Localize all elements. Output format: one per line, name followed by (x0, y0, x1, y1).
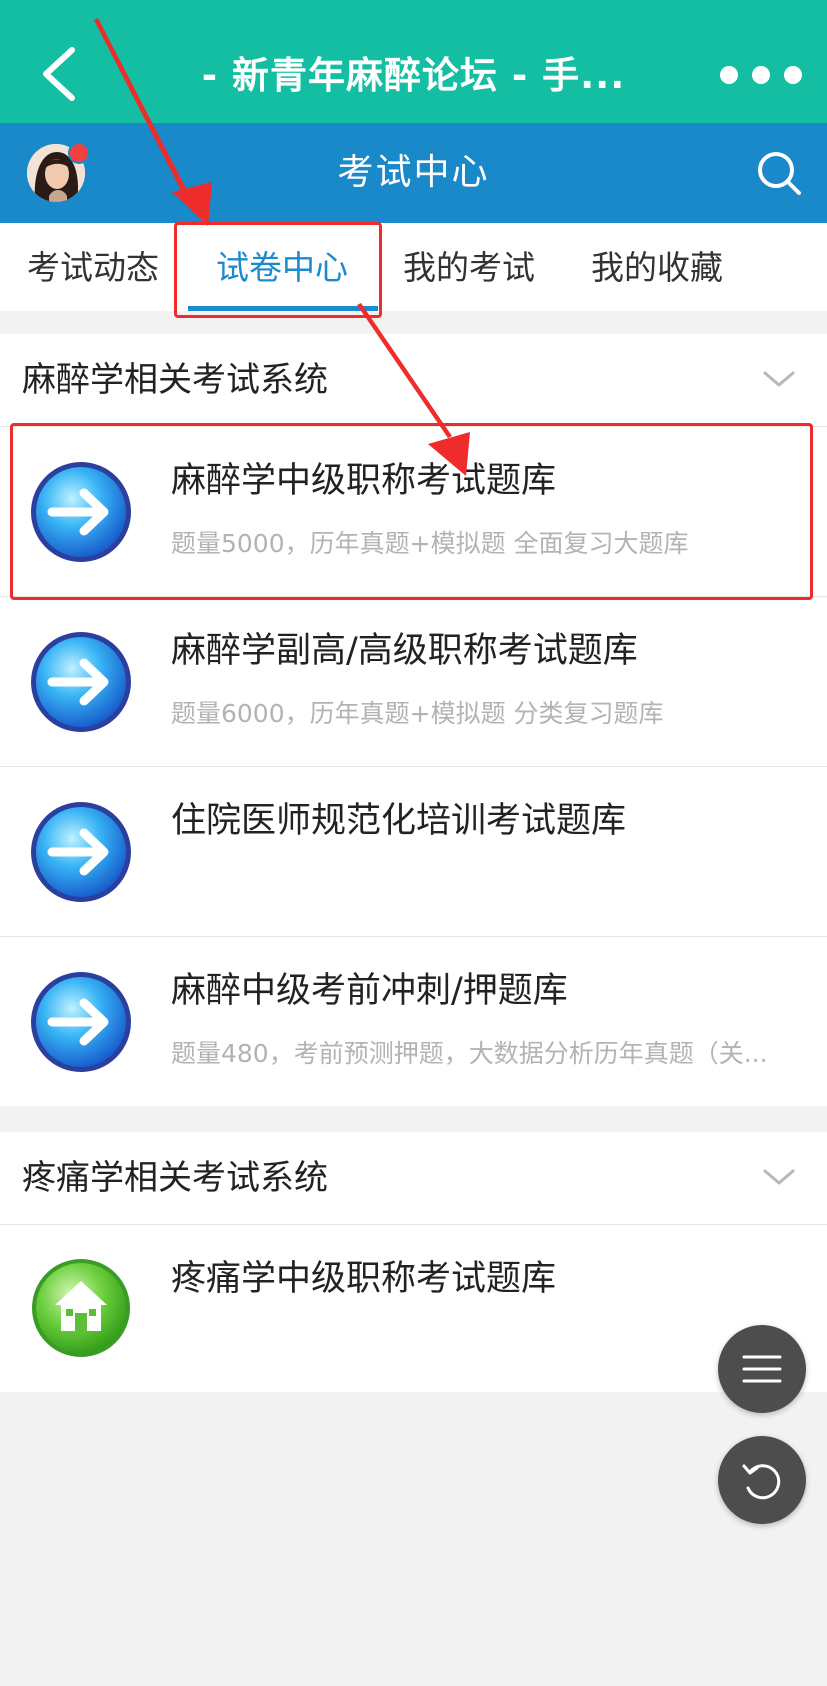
hamburger-menu-icon (742, 1355, 782, 1383)
item-highlight-box (10, 423, 813, 600)
arrow-circle-icon (31, 632, 131, 732)
back-icon[interactable] (34, 44, 84, 104)
arrow-circle-icon (31, 802, 131, 902)
tab-bar: 考试动态 试卷中心 我的考试 我的收藏 (0, 223, 827, 311)
item-title: 住院医师规范化培训考试题库 (171, 801, 627, 841)
app-title-bar: - 新青年麻醉论坛 - 手... (0, 0, 827, 123)
item-title: 麻醉中级考前冲刺/押题库 (171, 971, 568, 1011)
item-title: 麻醉学副高/高级职称考试题库 (171, 631, 638, 671)
item-description: 题量480，考前预测押题，大数据分析历年真题（关... (171, 1039, 768, 1068)
section-header-bar: 考试中心 (0, 123, 827, 223)
chevron-down-icon[interactable] (761, 367, 797, 391)
home-circle-icon (32, 1259, 130, 1357)
pain-exam-section: 疼痛学相关考试系统 疼痛学中级职称考试题库 (0, 1132, 827, 1392)
list-item[interactable]: 麻醉中级考前冲刺/押题库 题量480，考前预测押题，大数据分析历年真题（关... (0, 937, 827, 1106)
menu-fab-button[interactable] (718, 1325, 806, 1413)
list-item[interactable]: 疼痛学中级职称考试题库 (0, 1225, 827, 1392)
search-icon[interactable] (755, 149, 803, 197)
more-icon[interactable] (715, 60, 807, 90)
tab-highlight-box (174, 222, 382, 318)
list-item[interactable]: 麻醉学副高/高级职称考试题库 题量6000，历年真题+模拟题 分类复习题库 (0, 597, 827, 767)
section-header[interactable]: 麻醉学相关考试系统 (0, 334, 827, 427)
item-description: 题量6000，历年真题+模拟题 分类复习题库 (171, 699, 664, 728)
refresh-icon (742, 1464, 781, 1500)
list-item[interactable]: 住院医师规范化培训考试题库 (0, 767, 827, 937)
tab-exam-news[interactable]: 考试动态 (27, 223, 159, 311)
section-title: 麻醉学相关考试系统 (22, 360, 328, 400)
chevron-down-icon[interactable] (761, 1165, 797, 1189)
arrow-circle-icon (31, 972, 131, 1072)
section-header[interactable]: 疼痛学相关考试系统 (0, 1132, 827, 1225)
item-title: 疼痛学中级职称考试题库 (171, 1259, 557, 1299)
tab-my-exams[interactable]: 我的考试 (403, 223, 535, 311)
section-title: 疼痛学相关考试系统 (22, 1158, 328, 1198)
page-title: - 新青年麻醉论坛 - 手... (201, 54, 626, 97)
refresh-fab-button[interactable] (718, 1436, 806, 1524)
section-heading: 考试中心 (337, 152, 490, 193)
tab-my-favorites[interactable]: 我的收藏 (591, 223, 723, 311)
